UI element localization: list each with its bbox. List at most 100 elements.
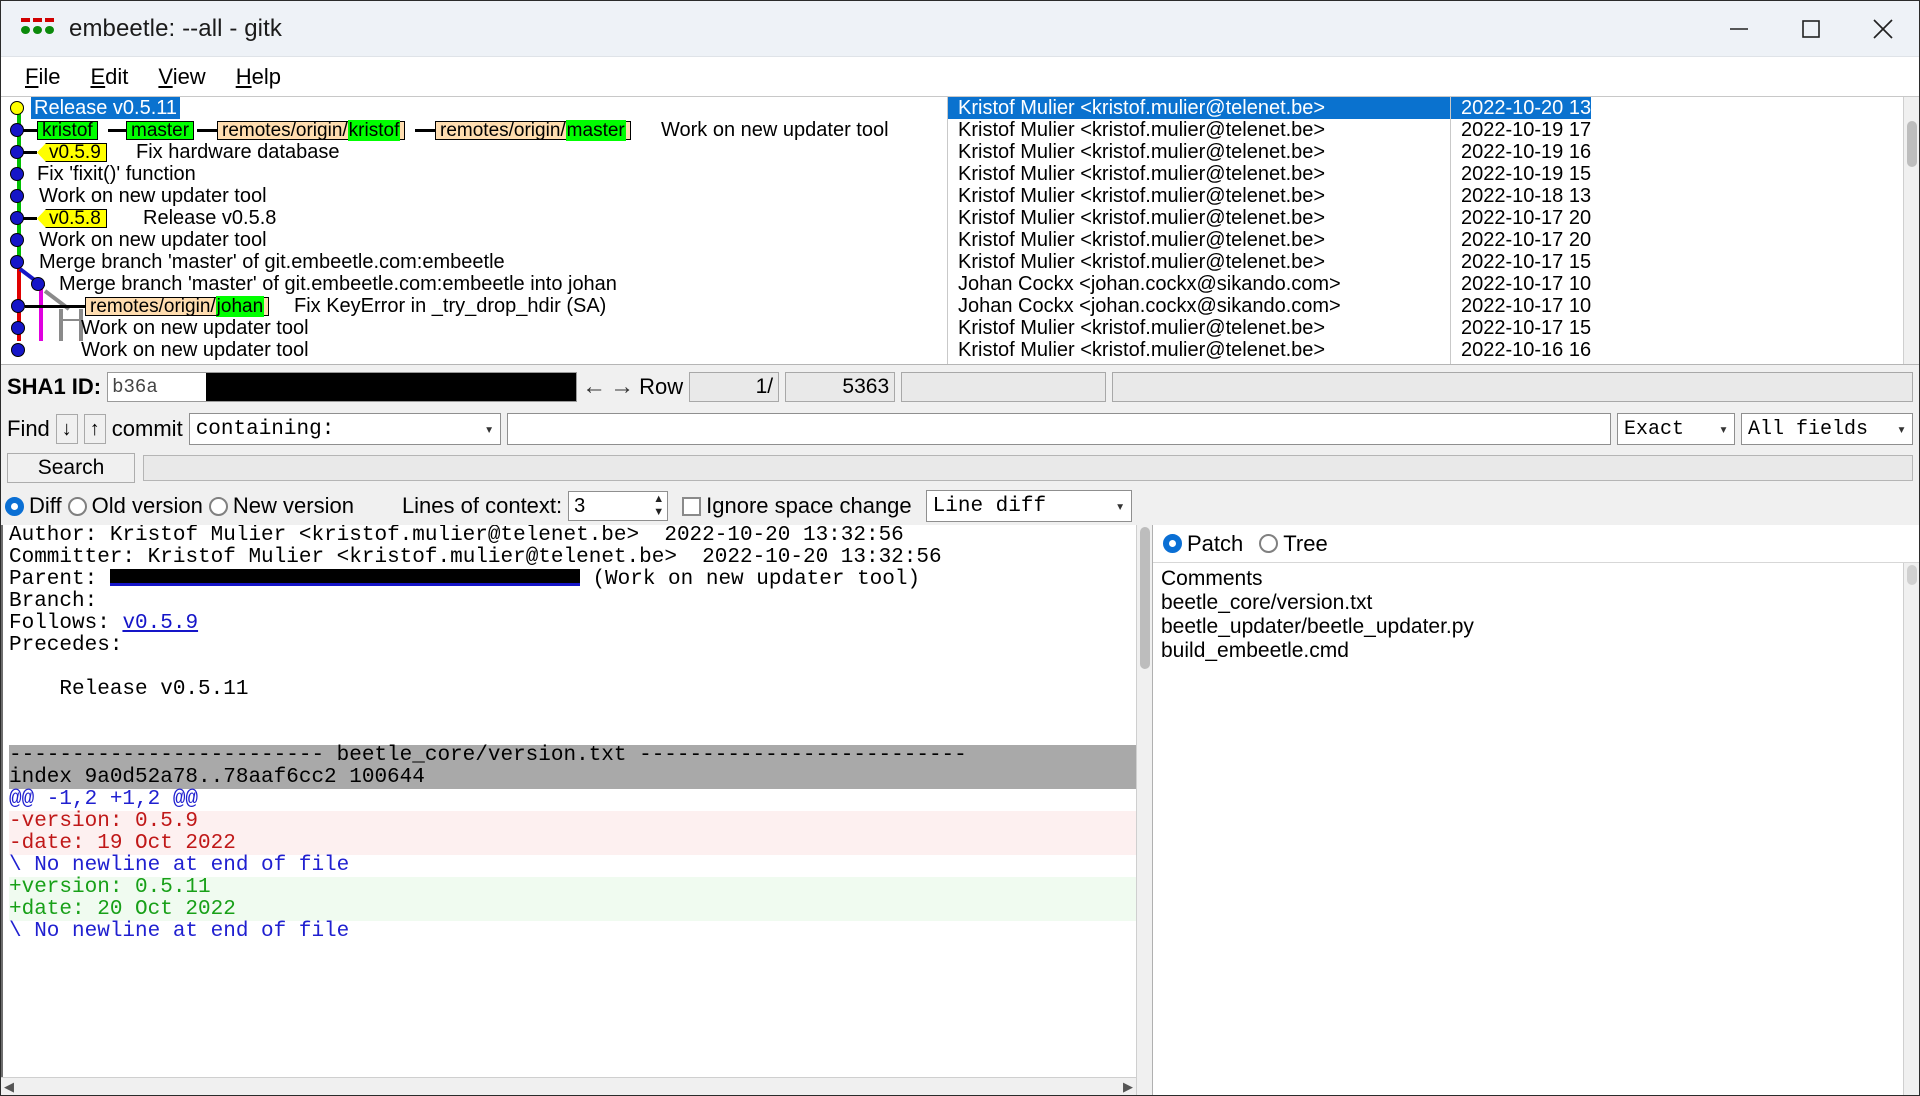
date-cell: 2022-10-20 13 [1451,97,1592,119]
window-title: embeetle: --all - gitk [69,14,282,42]
minimize-icon[interactable] [1703,1,1775,57]
file-list-item[interactable]: beetle_core/version.txt [1153,591,1919,615]
lines-of-context-stepper[interactable]: 3 ▲ ▼ [568,491,669,521]
commit-graph-pane[interactable]: Release v0.5.11 kristof master remotes/o… [1,97,948,364]
commit-row[interactable]: Work on new updater tool [1,185,947,207]
commit-row[interactable]: v0.5.9 Fix hardware database [1,141,947,163]
diff-index-line: index 9a0d52a78..78aaf6cc2 100644 [9,767,1136,789]
tag-arrow-icon [37,209,46,228]
tag-v058[interactable]: v0.5.8 [46,209,107,228]
sha-input[interactable]: b36a [107,372,578,402]
ref-remotes-origin-kristof[interactable]: remotes/origin/kristof [217,120,406,141]
find-match-type-select[interactable]: Exact ▾ [1617,413,1735,445]
search-input[interactable] [143,455,1913,481]
checkbox-ignore-space-change[interactable]: Ignore space change [682,493,912,519]
diff-line-added: +version: 0.5.11 [9,877,1136,899]
ref-suffix: master [565,120,626,141]
find-label: Find [7,416,50,441]
commit-row[interactable]: Work on new updater tool [1,317,947,339]
radio-new-version[interactable]: New version [208,493,354,519]
search-button[interactable]: Search [7,453,135,483]
diff-text[interactable]: Author: Kristof Mulier <kristof.mulier@t… [1,525,1136,1077]
commit-list-scrollbar[interactable] [1903,97,1919,364]
spinner-arrows-icon[interactable]: ▲ ▼ [653,493,664,519]
commit-node [10,123,24,137]
maximize-icon[interactable] [1775,1,1847,57]
diff-mode-select[interactable]: Line diff ▾ [925,490,1132,522]
diff-pane[interactable]: Author: Kristof Mulier <kristof.mulier@t… [1,525,1153,1095]
menu-file[interactable]: File [15,62,70,92]
close-icon[interactable] [1847,1,1919,57]
commit-row[interactable]: Fix 'fixit()' function [1,163,947,185]
arrow-right-icon[interactable]: → [610,370,634,404]
chevron-down-icon: ▾ [1896,421,1906,439]
commit-message: Merge branch 'master' of git.embeetle.co… [39,251,505,273]
find-input[interactable] [506,413,1611,445]
radio-old-version-label: Old version [91,493,203,518]
arrow-up-icon[interactable]: ↑ [83,414,106,444]
author-column[interactable]: Kristof Mulier <kristof.mulier@telenet.b… [948,97,1451,364]
file-list-item[interactable]: Comments [1153,567,1919,591]
file-list-scrollbar[interactable] [1903,563,1919,1095]
diff-vertical-scrollbar[interactable] [1136,525,1152,1095]
commit-row[interactable]: Work on new updater tool [1,339,947,361]
radio-patch[interactable]: Patch [1163,531,1243,557]
menu-edit[interactable]: Edit [80,62,138,92]
commit-row[interactable]: Merge branch 'master' of git.embeetle.co… [1,273,947,295]
tag-arrow-icon [37,143,46,162]
radio-tree-icon [1259,534,1279,553]
commit-node [10,255,24,269]
file-list-item-label: Comments [1161,567,1263,590]
ref-master[interactable]: master [126,121,195,140]
diff-line-added: +date: 20 Oct 2022 [9,899,1136,921]
file-list[interactable]: Comments beetle_core/version.txt beetle_… [1153,563,1919,1095]
ref-remotes-origin-master[interactable]: remotes/origin/master [435,120,631,141]
commit-row[interactable]: kristof master remotes/origin/kristof re… [1,119,947,141]
scrollbar-thumb[interactable] [1140,527,1150,669]
menu-help[interactable]: Help [226,62,291,92]
ref-remotes-origin-johan[interactable]: remotes/origin/johan [85,296,270,317]
date-column[interactable]: 2022-10-20 13 2022-10-19 17 2022-10-19 1… [1451,97,1919,364]
diff-horizontal-scrollbar[interactable]: ◀ ▶ [1,1077,1136,1095]
diff-line-note: \ No newline at end of file [9,920,350,943]
author-cell: Kristof Mulier <kristof.mulier@telenet.b… [958,119,1326,141]
commit-row[interactable]: v0.5.8 Release v0.5.8 [1,207,947,229]
diff-subject-line: Release v0.5.11 [9,678,249,701]
file-list-item[interactable]: build_embeetle.cmd [1153,639,1919,663]
row-current[interactable]: 1/ [689,372,780,402]
ref-kristof[interactable]: kristof [37,121,98,140]
file-panel: Patch Tree Comments beetle_core/version.… [1153,525,1919,1095]
commit-message: Fix hardware database [136,141,340,163]
find-mode-select[interactable]: containing: ▾ [188,413,501,445]
tag-v059[interactable]: v0.5.9 [46,143,107,162]
file-list-item[interactable]: beetle_updater/beetle_updater.py [1153,615,1919,639]
scroll-right-icon[interactable]: ▶ [1123,1079,1133,1095]
radio-diff[interactable]: Diff [5,493,62,519]
radio-old-version[interactable]: Old version [67,493,203,519]
arrow-left-icon[interactable]: ← [582,370,606,404]
parent-sha-redacted-link[interactable] [109,569,580,586]
arrow-down-icon[interactable]: ↓ [55,414,78,444]
menu-view[interactable]: View [148,62,215,92]
scrollbar-thumb[interactable] [1907,565,1917,585]
commit-row[interactable]: Release v0.5.11 [1,97,947,119]
committer-date: 2022-10-20 13:32:56 [702,546,942,569]
follows-tag-link[interactable]: v0.5.9 [122,612,198,635]
radio-tree[interactable]: Tree [1259,531,1328,557]
commit-row[interactable]: remotes/origin/johan Fix KeyError in _tr… [1,295,947,317]
author-cell: Johan Cockx <johan.cockx@sikando.com> [958,295,1341,317]
commit-node [11,343,25,357]
find-bar: Find ↓ ↑ commit containing: ▾ Exact ▾ Al… [1,409,1919,449]
find-fields-select[interactable]: All fields ▾ [1741,413,1913,445]
commit-row[interactable]: Merge branch 'master' of git.embeetle.co… [1,251,947,273]
commit-row[interactable]: Work on new updater tool [1,229,947,251]
gitk-beetle-icon [21,14,55,44]
menu-edit-label: dit [105,63,129,89]
scrollbar-thumb[interactable] [1907,121,1917,167]
ref-connector [23,151,37,154]
ref-connector [23,217,37,220]
committer-label: Committer: [9,546,136,569]
date-cell: 2022-10-19 16 [1461,141,1592,163]
scroll-left-icon[interactable]: ◀ [4,1079,14,1095]
diff-line-removed: -date: 19 Oct 2022 [9,833,1136,855]
